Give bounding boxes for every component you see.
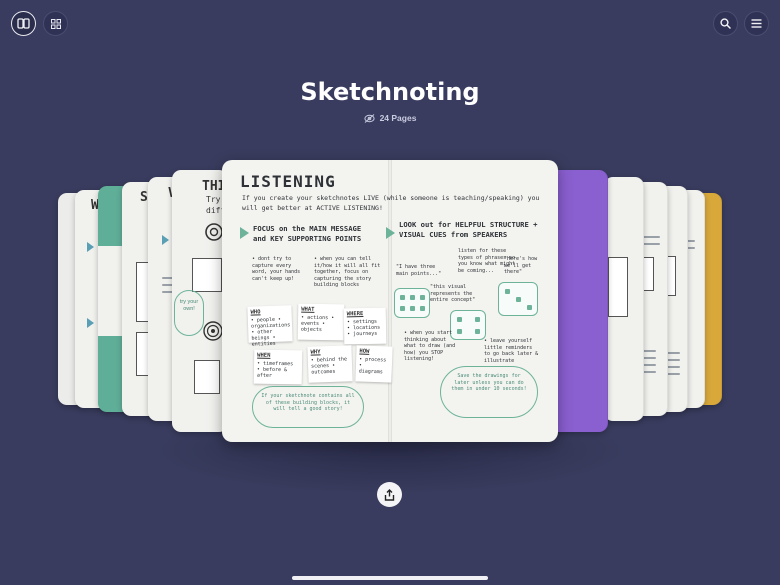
card-where: WHERE • settings • locations • journeys: [343, 307, 387, 345]
bullet-triangle: [386, 227, 395, 239]
left-summary-cloud: If your sketchnote contains all of these…: [252, 386, 364, 428]
page-frame: [192, 258, 222, 292]
page-frame: [194, 360, 220, 394]
target-icon: [205, 223, 223, 241]
target-icon: [203, 321, 223, 341]
page-heading: S: [140, 190, 148, 205]
try-your-own-text: try your own!: [179, 299, 199, 312]
card-what: WHAT • actions • events • objects: [297, 303, 345, 341]
bullet-triangle: [87, 318, 94, 328]
right-summary-cloud: Save the drawings for later unless you c…: [440, 366, 538, 418]
home-indicator[interactable]: [292, 576, 488, 580]
card-text: • people • organizations • other beings …: [250, 316, 291, 348]
card-who: WHO • people • organizations • other bei…: [247, 305, 293, 348]
right-quote-1: "I have three main points...": [396, 264, 442, 277]
bullet-triangle: [162, 235, 169, 245]
bullet-triangle: [87, 242, 94, 252]
left-note-1: • dont try to capture every word, your h…: [252, 256, 301, 282]
share-icon: [384, 488, 395, 501]
right-quote-2: "Here's how we'll get there": [504, 256, 538, 275]
page-subheading: Try: [206, 195, 221, 204]
card-text: • behind the scenes • outcomes: [310, 356, 348, 376]
right-summary-text: Save the drawings for later unless you c…: [451, 373, 527, 392]
right-note-2: • when you start thinking about what to …: [404, 330, 456, 362]
page-thumbnail[interactable]: [604, 177, 644, 421]
right-heading: LOOK out for HELPFUL STRUCTURE + VISUAL …: [399, 220, 538, 239]
left-heading: FOCUS on the MAIN MESSAGE and KEY SUPPOR…: [253, 224, 362, 243]
card-title: WHERE: [346, 311, 364, 318]
spread-title: LISTENING: [240, 172, 336, 191]
path-diagram: [498, 282, 538, 316]
card-text: • actions • events • objects: [300, 314, 335, 334]
open-page-spread[interactable]: LISTENING If you create your sketchnotes…: [222, 160, 558, 442]
right-note-3: • leave yourself little reminders to go …: [484, 338, 539, 364]
card-text: • timeframes • before & after: [256, 360, 294, 379]
card-title: WHEN: [257, 352, 271, 359]
try-your-own-bubble: try your own!: [174, 290, 204, 336]
left-summary-text: If your sketchnote contains all of these…: [261, 393, 355, 412]
bullet-triangle: [240, 227, 249, 239]
card-text: • process • diagrams: [358, 356, 387, 376]
card-title: WHAT: [301, 306, 315, 313]
card-how: HOW • process • diagrams: [355, 345, 393, 383]
three-points-diagram: [394, 288, 430, 318]
page-thumbnail[interactable]: THI Try diff try your own!: [172, 170, 228, 432]
right-quote-3: "this visual represents the entire conce…: [430, 284, 476, 303]
spread-intro: If you create your sketchnotes LIVE (whi…: [242, 194, 540, 212]
card-why: WHY • behind the scenes • outcomes: [307, 345, 353, 383]
card-title: WHO: [250, 309, 261, 316]
page-frame: [608, 257, 628, 317]
card-title: HOW: [359, 348, 370, 355]
card-when: WHEN • timeframes • before & after: [253, 349, 303, 385]
left-note-2: • when you can tell it/how it will all f…: [314, 256, 381, 288]
share-button[interactable]: [377, 482, 402, 507]
card-title: WHY: [310, 349, 321, 356]
card-text: • settings • locations • journeys: [346, 318, 381, 338]
